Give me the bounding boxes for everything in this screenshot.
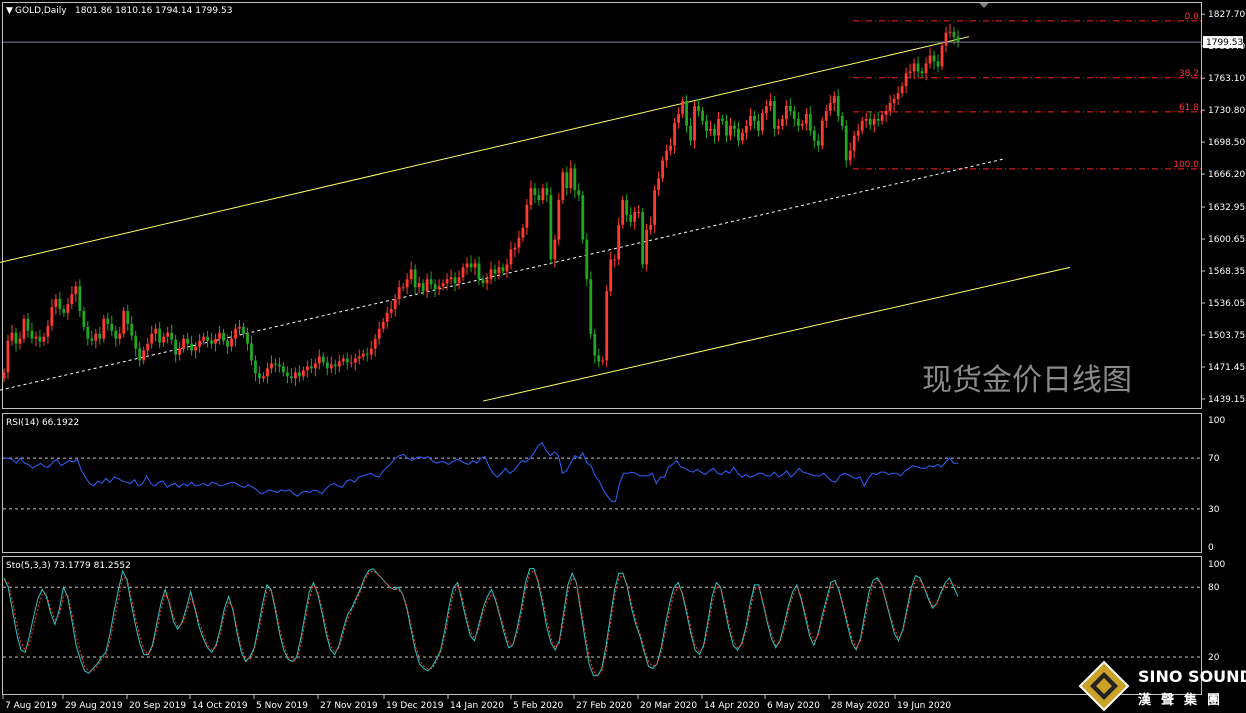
last-price-label: 1799.53 [1206, 38, 1243, 48]
candle [22, 314, 26, 343]
fib-level-label: 100.0 [1173, 160, 1199, 170]
candle [589, 271, 593, 339]
indicator-tick-label: 0 [1208, 543, 1214, 553]
date-tick-label: 28 May 2020 [831, 701, 890, 711]
indicator-tick-label: 70 [1208, 454, 1220, 464]
rsi-title: RSI(14) 66.1922 [6, 418, 79, 428]
candle [561, 168, 565, 205]
price-tick-label: 1730.80 [1208, 106, 1245, 116]
price-tick-label: 1827.70 [1208, 10, 1245, 20]
date-tick-label: 27 Nov 2019 [320, 701, 378, 711]
date-tick-label: 29 Aug 2019 [65, 701, 123, 711]
candle [940, 41, 944, 71]
indicator-tick-label: 30 [1208, 505, 1220, 515]
date-tick-label: 27 Feb 2020 [576, 701, 632, 711]
candle [605, 285, 609, 368]
price-tick-label: 1439.15 [1208, 395, 1245, 405]
indicator-tick-label: 80 [1208, 583, 1220, 593]
logo-subtitle: 漢聲集團 [1138, 692, 1230, 708]
last-price-marker: 1799.53 [1203, 36, 1243, 49]
price-tick-label: 1698.50 [1208, 138, 1245, 148]
date-tick-label: 20 Mar 2020 [640, 701, 697, 711]
candle [581, 191, 585, 244]
indicator-tick-label: 100 [1208, 416, 1225, 426]
price-tick-label: 1666.20 [1208, 170, 1245, 180]
fib-level-label: 61.8 [1179, 103, 1199, 113]
date-tick-label: 20 Sep 2019 [129, 701, 186, 711]
date-tick-label: 6 May 2020 [767, 701, 820, 711]
chart-root: 0.038.261.8100.0 1827.701795.401763.1017… [0, 0, 1246, 713]
price-tick-label: 1536.05 [1208, 299, 1245, 309]
date-tick-label: 5 Feb 2020 [513, 701, 564, 711]
candle [844, 119, 848, 168]
date-tick-label: 14 Oct 2019 [192, 701, 248, 711]
fib-level-label: 38.2 [1179, 69, 1199, 79]
date-tick-label: 7 Aug 2019 [5, 701, 57, 711]
price-tick-label: 1568.35 [1208, 267, 1245, 277]
indicator-tick-label: 20 [1208, 653, 1220, 663]
candle [102, 314, 106, 343]
candle [549, 187, 553, 265]
price-tick-label: 1763.10 [1208, 74, 1245, 84]
sto-title: Sto(5,3,3) 73.1779 81.2552 [6, 561, 131, 571]
ohlc-readout: 1801.86 1810.16 1794.14 1799.53 [75, 6, 232, 16]
candle [617, 217, 621, 266]
candle [641, 207, 645, 269]
date-tick-label: 5 Nov 2019 [256, 701, 308, 711]
chart-title-arrow: ▼ [6, 6, 13, 16]
fib-level-label: 0.0 [1185, 12, 1200, 22]
price-tick-label: 1632.95 [1208, 203, 1245, 213]
candle [122, 307, 126, 338]
date-tick-label: 19 Dec 2019 [386, 701, 444, 711]
date-tick-label: 14 Jan 2020 [450, 701, 504, 711]
price-tick-label: 1600.65 [1208, 235, 1245, 245]
candle [645, 223, 649, 272]
date-tick-label: 14 Apr 2020 [704, 701, 760, 711]
candle [557, 193, 561, 246]
candle [585, 233, 589, 287]
candle [621, 196, 625, 229]
date-tick-label: 19 Jun 2020 [897, 701, 951, 711]
price-tick-label: 1503.75 [1208, 331, 1245, 341]
logo-name: SINO SOUND [1138, 667, 1246, 686]
candle [820, 116, 824, 150]
price-tick-label: 1471.45 [1208, 363, 1245, 373]
chart-title: GOLD,Daily [15, 6, 67, 16]
chart-watermark: 现货金价日线图 [922, 363, 1132, 398]
indicator-tick-label: 100 [1208, 560, 1225, 570]
